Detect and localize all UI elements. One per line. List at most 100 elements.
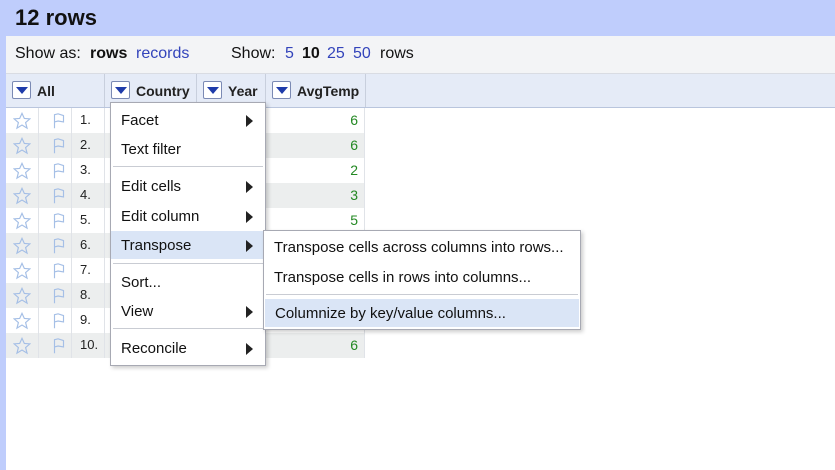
submenu-arrow-icon [246, 306, 253, 318]
menu-label-reconcile: Reconcile [121, 340, 187, 357]
avgtemp-cell[interactable]: 6 [266, 333, 365, 358]
menu-label-columnize: Columnize by key/value columns... [275, 305, 506, 322]
star-cell [6, 158, 39, 183]
menu-separator [113, 263, 263, 264]
star-icon[interactable] [12, 136, 32, 155]
avgtemp-value: 5 [350, 212, 358, 228]
menu-label-facet: Facet [121, 112, 159, 129]
star-icon[interactable] [12, 286, 32, 305]
avgtemp-cell[interactable]: 6 [266, 108, 365, 133]
submenu-arrow-icon [246, 211, 253, 223]
menu-item-transpose-rows-into-cols[interactable]: Transpose cells in rows into columns... [264, 263, 580, 291]
avgtemp-cell[interactable]: 6 [266, 133, 365, 158]
flag-icon[interactable] [50, 262, 68, 280]
row-number: 6. [80, 237, 91, 252]
flag-icon[interactable] [50, 287, 68, 305]
column-label-all: All [37, 83, 55, 99]
page-size-5-link[interactable]: 5 [285, 45, 294, 63]
star-icon[interactable] [12, 236, 32, 255]
menu-label-text-filter: Text filter [121, 141, 182, 158]
all-dropdown-button[interactable] [12, 81, 31, 99]
menu-separator [266, 294, 578, 295]
flag-icon[interactable] [50, 162, 68, 180]
menu-item-transpose-cols-into-rows[interactable]: Transpose cells across columns into rows… [264, 233, 580, 261]
avgtemp-cell[interactable]: 3 [266, 183, 365, 208]
year-dropdown-button[interactable] [203, 81, 222, 99]
menu-item-facet[interactable]: Facet [111, 106, 265, 134]
star-cell [6, 333, 39, 358]
menu-item-edit-column[interactable]: Edit column [111, 202, 265, 230]
column-label-country: Country [136, 83, 190, 99]
flag-icon[interactable] [50, 237, 68, 255]
avgtemp-cell[interactable]: 2 [266, 158, 365, 183]
menu-label-edit-column: Edit column [121, 208, 200, 225]
menu-item-sort[interactable]: Sort... [111, 268, 265, 296]
flag-icon[interactable] [50, 112, 68, 130]
transpose-submenu: Transpose cells across columns into rows… [263, 230, 581, 330]
star-icon[interactable] [12, 261, 32, 280]
star-icon[interactable] [12, 211, 32, 230]
show-as-records-link[interactable]: records [136, 45, 189, 63]
column-label-avgtemp: AvgTemp [297, 83, 360, 99]
avgtemp-value: 6 [350, 112, 358, 128]
avgtemp-value: 6 [350, 337, 358, 353]
star-icon[interactable] [12, 311, 32, 330]
column-header-all: All [6, 74, 105, 107]
menu-label-transpose-cols-into-rows: Transpose cells across columns into rows… [274, 239, 564, 256]
row-number: 10. [80, 337, 99, 352]
star-icon[interactable] [12, 161, 32, 180]
avgtemp-dropdown-button[interactable] [272, 81, 291, 99]
page-size-10-selected: 10 [302, 45, 320, 62]
avgtemp-value: 2 [350, 162, 358, 178]
row-number: 9. [80, 312, 91, 327]
star-cell [6, 258, 39, 283]
row-number: 3. [80, 162, 91, 177]
menu-item-transpose[interactable]: Transpose [111, 231, 265, 259]
title-bar: 12 rows [0, 0, 835, 36]
avgtemp-value: 6 [350, 137, 358, 153]
star-cell [6, 108, 39, 133]
star-cell [6, 183, 39, 208]
country-dropdown-button[interactable] [111, 81, 130, 99]
star-icon[interactable] [12, 336, 32, 355]
menu-item-edit-cells[interactable]: Edit cells [111, 172, 265, 200]
menu-separator [113, 166, 263, 167]
submenu-arrow-icon [246, 181, 253, 193]
menu-label-edit-cells: Edit cells [121, 178, 182, 195]
row-number: 2. [80, 137, 91, 152]
flag-icon[interactable] [50, 312, 68, 330]
submenu-arrow-icon [246, 343, 253, 355]
star-icon[interactable] [12, 111, 32, 130]
submenu-arrow-icon [246, 115, 253, 127]
avgtemp-value: 3 [350, 187, 358, 203]
star-cell [6, 133, 39, 158]
menu-item-columnize[interactable]: Columnize by key/value columns... [265, 299, 579, 327]
menu-label-transpose: Transpose [121, 237, 192, 254]
flag-icon[interactable] [50, 137, 68, 155]
star-cell [6, 308, 39, 333]
menu-label-transpose-rows-into-cols: Transpose cells in rows into columns... [274, 269, 532, 286]
star-cell [6, 208, 39, 233]
show-label: Show: [231, 45, 276, 62]
column-header-avgtemp: AvgTemp [266, 74, 366, 107]
menu-separator [113, 328, 263, 329]
show-as-rows: rows [90, 45, 128, 62]
menu-label-view: View [121, 303, 154, 320]
row-count-title: 12 rows [15, 5, 97, 30]
page-size-50-link[interactable]: 50 [353, 45, 371, 63]
star-icon[interactable] [12, 186, 32, 205]
page-size-25-link[interactable]: 25 [327, 45, 345, 63]
menu-label-sort: Sort... [121, 274, 162, 291]
menu-item-view[interactable]: View [111, 297, 265, 325]
row-number: 8. [80, 287, 91, 302]
row-number: 5. [80, 212, 91, 227]
column-label-year: Year [228, 83, 258, 99]
view-options-bar: Show as: rows records Show: 5 10 25 50 r… [6, 36, 835, 74]
show-as-label: Show as: [15, 45, 81, 62]
row-number: 7. [80, 262, 91, 277]
menu-item-text-filter[interactable]: Text filter [111, 135, 265, 163]
flag-icon[interactable] [50, 187, 68, 205]
flag-icon[interactable] [50, 212, 68, 230]
flag-icon[interactable] [50, 337, 68, 355]
menu-item-reconcile[interactable]: Reconcile [111, 334, 265, 362]
